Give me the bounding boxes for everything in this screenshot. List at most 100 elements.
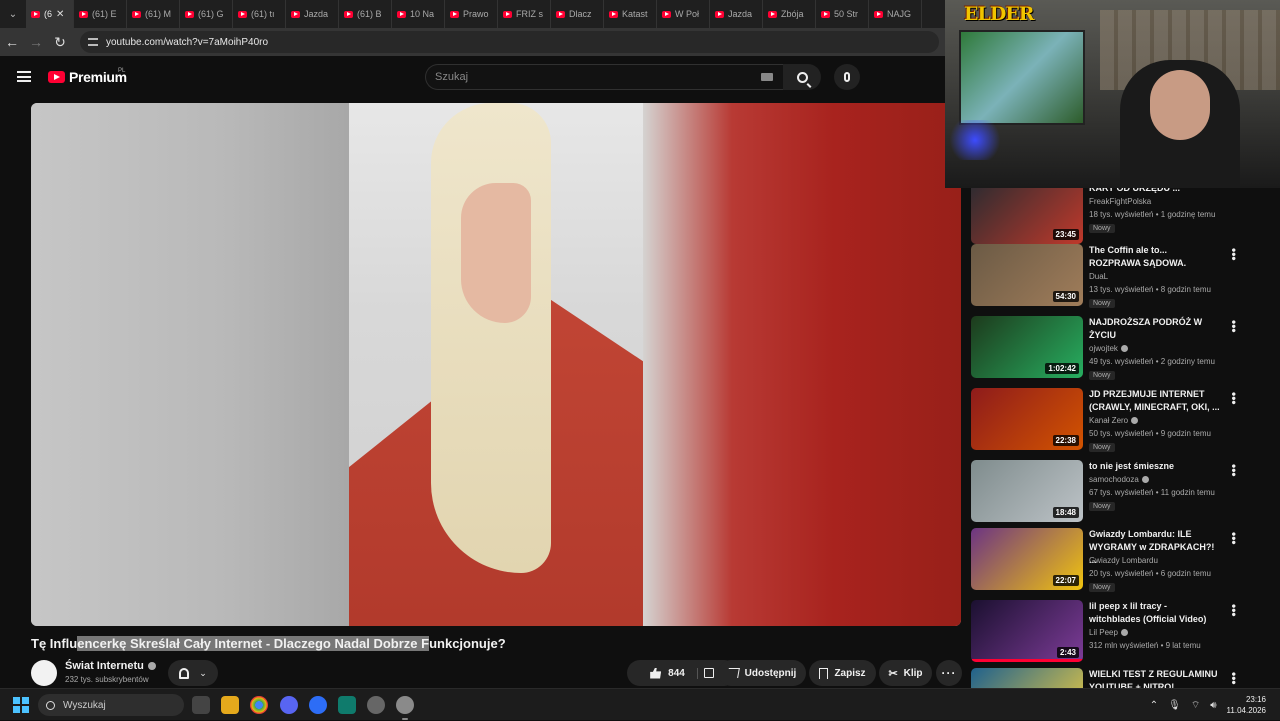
volume-icon[interactable]: 🔊︎ [1210,700,1216,711]
recommended-video[interactable]: 54:30 The Coffin ale to... ROZPRAWA SĄDOW… [970,244,1270,312]
video-thumbnail[interactable]: 1:02:42 [971,316,1083,378]
app-icon[interactable] [309,696,327,714]
task-view-icon[interactable] [192,696,210,714]
recommended-video-title[interactable]: JD PRZEJMUJE INTERNET (CRAWLY, MINECRAFT… [1089,388,1221,414]
video-thumbnail[interactable]: 23:45 [971,188,1083,244]
title-selected-text: encerkę Skreślał Cały Internet - Dlaczeg… [77,636,430,651]
recommended-video[interactable]: 2:43 lil peep x lil tracy - witchblades (… [970,600,1270,668]
channel-avatar[interactable] [31,660,57,686]
video-thumbnail[interactable]: 22:38 [971,388,1083,450]
recommended-video-title[interactable]: lil peep x lil tracy - witchblades (Offi… [1089,600,1221,626]
channel-name[interactable]: Świat Internetu [65,660,156,672]
browser-tab[interactable]: (6 ✕ [26,0,74,28]
browser-tab[interactable]: 10 Na [392,0,445,28]
youtube-favicon-icon [185,10,194,18]
tab-label: 50 Str [834,9,859,19]
terminal-icon[interactable] [338,696,356,714]
recording-app-icon[interactable] [396,696,414,720]
video-duration: 2:43 [1056,647,1079,658]
tab-search-chevron-icon[interactable]: ⌄ [0,0,26,28]
clock[interactable]: 23:16 11.04.2026 [1227,694,1266,716]
recommended-video[interactable]: 1:02:42 NAJDROŻSZA PODRÓŻ W ŻYCIU ojwojtek… [970,316,1270,384]
browser-tab[interactable]: (61) tı [233,0,286,28]
discord-icon[interactable] [280,696,298,714]
recommended-channel[interactable]: Gwiazdy Lombardu [1089,555,1158,567]
browser-tab[interactable]: Jazda [710,0,763,28]
share-button[interactable]: Udostępnij [718,660,806,686]
more-vertical-icon[interactable]: ••• [1227,532,1241,545]
recommended-video-title[interactable]: to nie jest śmieszne [1089,460,1221,473]
recommended-channel[interactable]: DuaL [1089,271,1108,283]
save-button[interactable]: Zapisz [809,660,876,686]
site-info-icon[interactable] [88,38,98,46]
menu-icon[interactable] [17,71,31,82]
recommended-video-title[interactable]: The Coffin ale to... ROZPRAWA SĄDOWA. [1089,244,1221,270]
search-button[interactable] [783,64,821,90]
more-actions-button[interactable]: ··· [936,660,962,686]
browser-tab[interactable]: 50 Str [816,0,869,28]
more-vertical-icon[interactable]: ••• [1227,604,1241,617]
back-arrow-icon[interactable]: ← [0,34,24,50]
new-badge: Nowy [1089,443,1115,452]
recommended-channel[interactable]: samochodoza [1089,474,1149,486]
windows-start-icon[interactable] [13,697,29,713]
youtube-logo[interactable]: Premium [48,69,127,85]
browser-tab[interactable]: FRIZ s [498,0,551,28]
recommended-video[interactable]: WIELKI TEST Z REGULAMINU YOUTUBE + NITRO… [970,668,1270,688]
like-button[interactable]: 844 [650,667,698,679]
microphone-icon[interactable]: 🎙︎ [1168,700,1181,711]
browser-tab[interactable]: (61) M [127,0,180,28]
url-field[interactable]: youtube.com/watch?v=7aMoihP40ro [80,31,939,53]
clip-button[interactable]: ✂ Klip [879,660,932,686]
browser-tab[interactable]: Dlacz [551,0,604,28]
recommended-channel[interactable]: ojwojtek [1089,343,1128,355]
thumbs-down-icon[interactable] [703,668,714,678]
recommended-video-title[interactable]: KARY OD URZĘDU ... [1089,188,1221,195]
voice-search-button[interactable] [834,64,860,90]
file-explorer-icon[interactable] [221,696,239,714]
search-input[interactable]: Szukaj [425,64,783,90]
recommended-video[interactable]: 23:45 KARY OD URZĘDU ... FreakFightPolska 1… [970,188,1270,250]
recommendations-sidebar: 23:45 KARY OD URZĘDU ... FreakFightPolska 1… [970,188,1270,688]
browser-tab[interactable]: (61) B [339,0,392,28]
webcam-streamer-head [1150,70,1210,140]
video-thumbnail[interactable]: 2:43 [971,600,1083,662]
browser-tab[interactable]: Jazda [286,0,339,28]
more-vertical-icon[interactable]: ••• [1227,464,1241,477]
browser-tab[interactable]: (61) G [180,0,233,28]
recommended-video[interactable]: 18:48 to nie jest śmieszne samochodoza 67 t… [970,460,1270,528]
more-vertical-icon[interactable]: ••• [1227,672,1241,685]
chevron-up-icon[interactable]: ⌃ [1150,700,1158,711]
recommended-video[interactable]: 22:38 JD PRZEJMUJE INTERNET (CRAWLY, MINE… [970,388,1270,456]
subscription-bell-button[interactable]: ⌄ [168,660,218,686]
youtube-favicon-icon [768,10,777,18]
browser-tab[interactable]: Prawo [445,0,498,28]
browser-tab[interactable]: (61) E [74,0,127,28]
close-tab-icon[interactable]: ✕ [56,9,64,20]
keyboard-icon[interactable] [761,73,773,81]
chrome-icon[interactable] [250,696,268,714]
video-thumbnail[interactable]: 22:07 [971,528,1083,590]
network-icon[interactable]: ⌔ [1191,699,1200,712]
recommended-video-title[interactable]: NAJDROŻSZA PODRÓŻ W ŻYCIU [1089,316,1221,342]
more-vertical-icon[interactable]: ••• [1227,392,1241,405]
browser-tab[interactable]: Katast [604,0,657,28]
more-vertical-icon[interactable]: ••• [1227,248,1241,261]
video-thumbnail[interactable]: 54:30 [971,244,1083,306]
browser-tab[interactable]: Zbója [763,0,816,28]
recommended-video[interactable]: 22:07 Gwiazdy Lombardu: ILE WYGRAMY w ZDR… [970,528,1270,596]
reload-icon[interactable]: ↻ [48,34,72,51]
browser-tab[interactable]: NAJG [869,0,922,28]
browser-tab[interactable]: W Poł [657,0,710,28]
recommended-channel[interactable]: Kanał Zero [1089,415,1139,427]
recommended-channel[interactable]: FreakFightPolska [1089,196,1151,208]
forward-arrow-icon[interactable]: → [24,34,48,50]
video-thumbnail[interactable] [971,668,1083,688]
video-thumbnail[interactable]: 18:48 [971,460,1083,522]
video-player[interactable] [31,103,961,626]
taskbar-search[interactable]: Wyszukaj [38,694,184,716]
recommended-video-title[interactable]: WIELKI TEST Z REGULAMINU YOUTUBE + NITRO… [1089,668,1221,688]
obs-icon[interactable] [367,696,385,714]
more-vertical-icon[interactable]: ••• [1227,320,1241,333]
recommended-channel[interactable]: Lil Peep [1089,627,1128,639]
